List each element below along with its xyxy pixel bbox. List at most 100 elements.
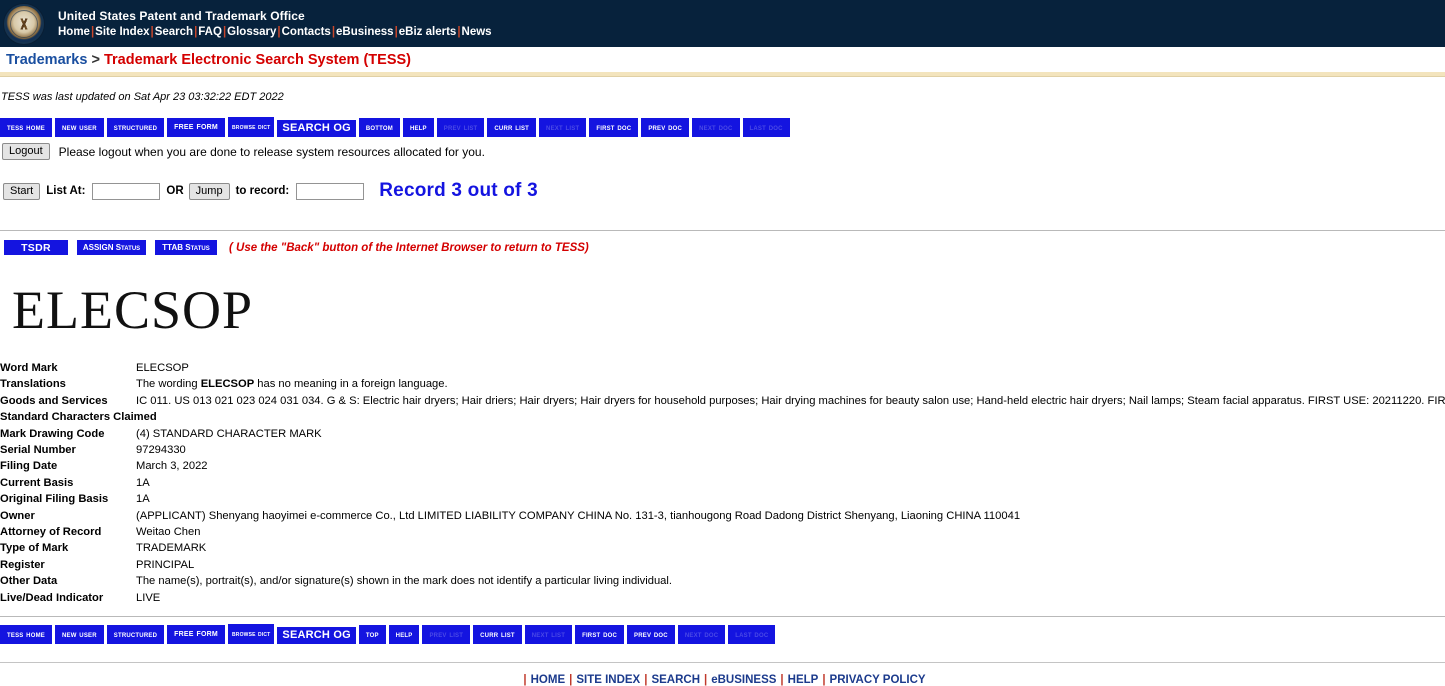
detail-row-value: PRINCIPAL bbox=[136, 558, 1445, 574]
divider-above-status-buttons bbox=[0, 230, 1445, 231]
global-nav-separator: | bbox=[277, 26, 280, 38]
global-nav-separator: | bbox=[395, 26, 398, 38]
toolbar-button-first-doc[interactable]: First Doc bbox=[575, 625, 624, 644]
toolbar-button-browse-dict[interactable]: Browse Dict bbox=[228, 117, 274, 137]
detail-row-value: The wording ELECSOP has no meaning in a … bbox=[136, 377, 1445, 393]
toolbar-button-curr-list[interactable]: Curr List bbox=[487, 118, 536, 137]
detail-row-label: Register bbox=[0, 558, 136, 574]
footer-link-help[interactable]: HELP bbox=[788, 674, 819, 686]
to-record-input[interactable] bbox=[296, 183, 364, 200]
toolbar-button-new-user[interactable]: New User bbox=[55, 625, 104, 644]
detail-row-value: 97294330 bbox=[136, 443, 1445, 459]
global-nav-item-ebusiness[interactable]: eBusiness bbox=[336, 26, 394, 38]
toolbar-button-bottom[interactable]: Bottom bbox=[359, 118, 400, 137]
detail-row: Other DataThe name(s), portrait(s), and/… bbox=[0, 574, 1445, 590]
global-nav-item-contacts[interactable]: Contacts bbox=[282, 26, 331, 38]
global-nav-item-glossary[interactable]: Glossary bbox=[227, 26, 276, 38]
status-button-row: TSDR ASSIGN Status TTAB Status ( Use the… bbox=[4, 240, 1445, 255]
toolbar-button-first-doc[interactable]: First Doc bbox=[589, 118, 638, 137]
assign-status-button[interactable]: ASSIGN Status bbox=[77, 240, 146, 255]
tsdr-button[interactable]: TSDR bbox=[4, 240, 68, 255]
detail-row: TranslationsThe wording ELECSOP has no m… bbox=[0, 377, 1445, 393]
site-header: United States Patent and Trademark Offic… bbox=[0, 0, 1445, 47]
detail-row-value: The name(s), portrait(s), and/or signatu… bbox=[136, 574, 1445, 590]
detail-row-label: Attorney of Record bbox=[0, 525, 136, 541]
list-at-input[interactable] bbox=[92, 183, 160, 200]
toolbar-button-new-user[interactable]: New User bbox=[55, 118, 104, 137]
global-nav-item-news[interactable]: News bbox=[462, 26, 492, 38]
global-nav-item-ebiz-alerts[interactable]: eBiz alerts bbox=[399, 26, 457, 38]
detail-row-value-emphasis: ELECSOP bbox=[201, 378, 254, 390]
detail-row-value: IC 011. US 013 021 023 024 031 034. G & … bbox=[136, 394, 1445, 410]
record-navigation: Start List At: OR Jump to record: Record… bbox=[3, 180, 1445, 202]
toolbar-button-prev-doc[interactable]: Prev Doc bbox=[641, 118, 689, 137]
detail-row-label: Goods and Services bbox=[0, 394, 136, 410]
toolbar-button-free-form[interactable]: Free Form bbox=[167, 625, 225, 644]
logout-row: Logout Please logout when you are done t… bbox=[2, 143, 1445, 160]
toolbar-button-next-doc: Next Doc bbox=[692, 118, 739, 137]
detail-row-value: TRADEMARK bbox=[136, 541, 1445, 557]
footer-link-search[interactable]: SEARCH bbox=[651, 674, 700, 686]
footer-link-site-index[interactable]: SITE INDEX bbox=[576, 674, 640, 686]
global-nav-item-home[interactable]: Home bbox=[58, 26, 90, 38]
site-footer: |HOME|SITE INDEX|SEARCH|eBUSINESS|HELP|P… bbox=[0, 662, 1445, 686]
detail-row-label: Original Filing Basis bbox=[0, 492, 136, 508]
logout-button[interactable]: Logout bbox=[2, 143, 50, 160]
breadcrumb-current: Trademark Electronic Search System (TESS… bbox=[104, 52, 411, 68]
toolbar-button-structured[interactable]: Structured bbox=[107, 625, 164, 644]
mark-display: ELECSOP bbox=[12, 283, 1445, 337]
header-text-block: United States Patent and Trademark Offic… bbox=[58, 9, 492, 38]
jump-button[interactable]: Jump bbox=[189, 183, 230, 200]
detail-row: Mark Drawing Code(4) STANDARD CHARACTER … bbox=[0, 427, 1445, 443]
to-record-label: to record: bbox=[236, 185, 290, 197]
toolbar-button-help[interactable]: Help bbox=[403, 118, 434, 137]
trademark-detail-table: Word MarkELECSOPTranslationsThe wording … bbox=[0, 361, 1445, 607]
breadcrumb: Trademarks > Trademark Electronic Search… bbox=[0, 47, 1445, 72]
last-updated-text: TESS was last updated on Sat Apr 23 03:3… bbox=[1, 77, 1445, 103]
toolbar-button-search-og[interactable]: Search OG bbox=[277, 627, 355, 644]
detail-row-label: Serial Number bbox=[0, 443, 136, 459]
list-at-label: List At: bbox=[46, 185, 85, 197]
detail-row-label: Translations bbox=[0, 377, 136, 393]
global-nav-item-faq[interactable]: FAQ bbox=[198, 26, 222, 38]
global-nav-item-search[interactable]: Search bbox=[155, 26, 193, 38]
detail-row-label: Mark Drawing Code bbox=[0, 427, 136, 443]
divider-below-detail bbox=[0, 616, 1445, 617]
toolbar-button-help[interactable]: Help bbox=[389, 625, 420, 644]
detail-row-label: Current Basis bbox=[0, 476, 136, 492]
toolbar-bottom[interactable]: TESS HomeNew UserStructuredFree FormBrow… bbox=[0, 624, 1445, 644]
detail-row-value: Weitao Chen bbox=[136, 525, 1445, 541]
or-label: OR bbox=[166, 185, 183, 197]
start-button[interactable]: Start bbox=[3, 183, 40, 200]
breadcrumb-link-trademarks[interactable]: Trademarks bbox=[6, 52, 87, 68]
toolbar-button-search-og[interactable]: Search OG bbox=[277, 120, 355, 137]
toolbar-button-top[interactable]: Top bbox=[359, 625, 386, 644]
detail-row-value: 1A bbox=[136, 492, 1445, 508]
footer-links[interactable]: |HOME|SITE INDEX|SEARCH|eBUSINESS|HELP|P… bbox=[0, 674, 1445, 686]
toolbar-button-prev-doc[interactable]: Prev Doc bbox=[627, 625, 675, 644]
toolbar-button-structured[interactable]: Structured bbox=[107, 118, 164, 137]
global-nav-separator: | bbox=[151, 26, 154, 38]
toolbar-button-browse-dict[interactable]: Browse Dict bbox=[228, 624, 274, 644]
detail-row-value: LIVE bbox=[136, 591, 1445, 607]
footer-separator: | bbox=[569, 674, 572, 686]
toolbar-top[interactable]: TESS HomeNew UserStructuredFree FormBrow… bbox=[0, 117, 1445, 137]
detail-row-value: (APPLICANT) Shenyang haoyimei e-commerce… bbox=[136, 509, 1445, 525]
toolbar-button-curr-list[interactable]: Curr List bbox=[473, 625, 522, 644]
footer-link-ebusiness[interactable]: eBUSINESS bbox=[711, 674, 776, 686]
footer-link-privacy-policy[interactable]: PRIVACY POLICY bbox=[830, 674, 926, 686]
footer-separator: | bbox=[523, 674, 526, 686]
ttab-status-button[interactable]: TTAB Status bbox=[155, 240, 217, 255]
detail-row: Live/Dead IndicatorLIVE bbox=[0, 591, 1445, 607]
global-nav[interactable]: Home|Site Index|Search|FAQ|Glossary|Cont… bbox=[58, 26, 492, 38]
footer-link-home[interactable]: HOME bbox=[531, 674, 566, 686]
toolbar-button-tess-home[interactable]: TESS Home bbox=[0, 118, 52, 137]
global-nav-item-site-index[interactable]: Site Index bbox=[95, 26, 149, 38]
global-nav-separator: | bbox=[332, 26, 335, 38]
detail-row-value bbox=[136, 410, 1445, 426]
toolbar-button-next-list: Next List bbox=[539, 118, 586, 137]
toolbar-button-free-form[interactable]: Free Form bbox=[167, 118, 225, 137]
detail-rows: Word MarkELECSOPTranslationsThe wording … bbox=[0, 361, 1445, 607]
toolbar-button-tess-home[interactable]: TESS Home bbox=[0, 625, 52, 644]
footer-separator: | bbox=[822, 674, 825, 686]
